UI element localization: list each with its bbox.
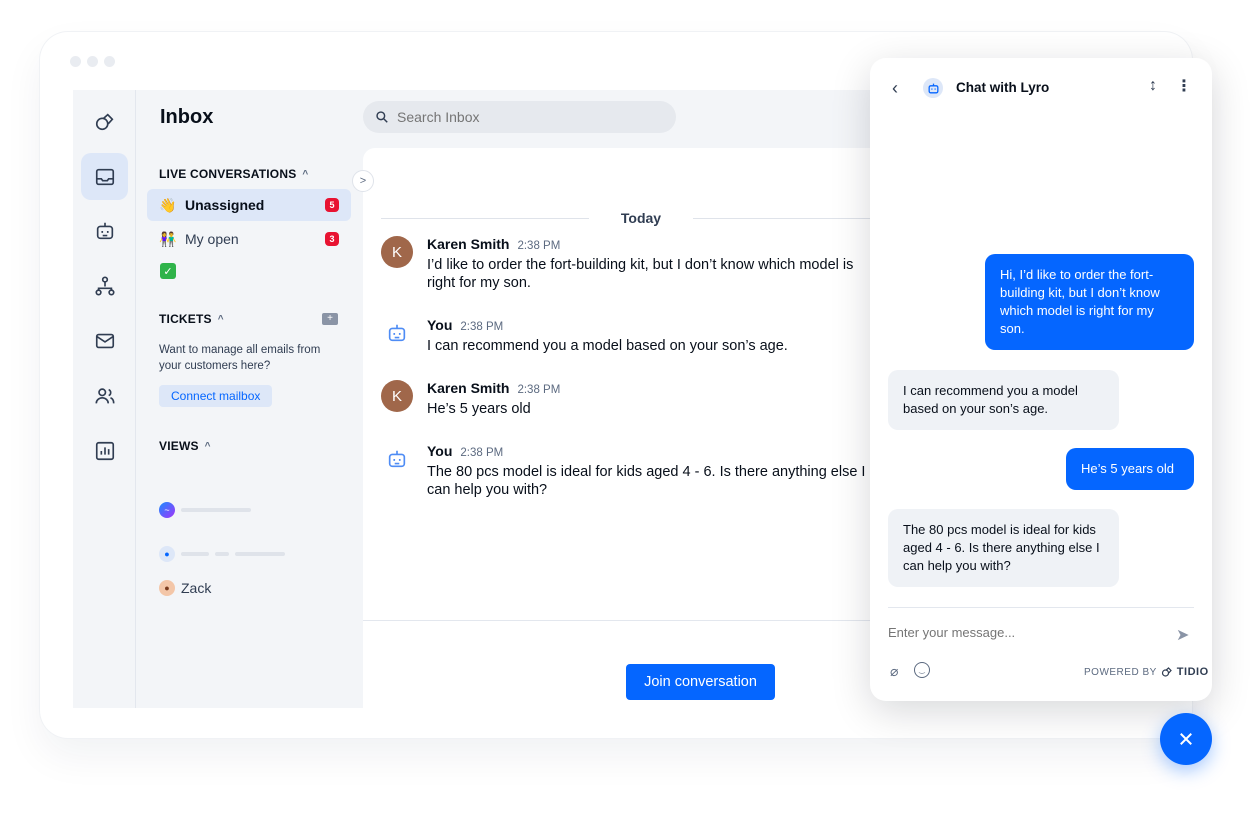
window-dots xyxy=(70,56,115,67)
chat-widget: ‹ Chat with Lyro ↕ ⋮ Hi, I’d like to ord… xyxy=(870,58,1212,701)
view-item-zack[interactable]: ● Zack xyxy=(159,580,211,596)
message-input[interactable] xyxy=(888,625,1158,640)
lyro-bot-icon xyxy=(923,78,943,98)
people-icon: 👫 xyxy=(159,230,177,247)
placeholder-bar xyxy=(235,552,285,556)
message-header: You 2:38 PM xyxy=(427,443,877,459)
sender-name: You xyxy=(427,443,453,459)
message: You 2:38 PM I can recommend you a model … xyxy=(381,317,877,355)
nav-rail xyxy=(73,90,136,708)
inbox-panel: Inbox LIVE CONVERSATIONS ^ 👋 Unassigned 5… xyxy=(136,90,363,708)
sidebar-item-unassigned[interactable]: 👋 Unassigned 5 xyxy=(147,189,351,221)
chevron-up-icon: ^ xyxy=(217,313,224,325)
message-body: You 2:38 PM I can recommend you a model … xyxy=(427,317,877,355)
mail-icon[interactable] xyxy=(81,317,128,364)
view-name: Zack xyxy=(181,580,212,596)
widget-header: ‹ Chat with Lyro ↕ ⋮ xyxy=(870,58,1212,118)
message-text: He’s 5 years old xyxy=(427,401,531,417)
composer-divider xyxy=(888,607,1194,608)
bot-message: The 80 pcs model is ideal for kids aged … xyxy=(888,509,1119,587)
message-text: I can recommend you a model based on you… xyxy=(427,338,788,354)
close-icon xyxy=(1180,733,1192,745)
sender-name: You xyxy=(427,317,453,333)
message-header: You 2:38 PM xyxy=(427,317,877,333)
bot-icon xyxy=(381,317,413,349)
sidebar-item-my-open[interactable]: 👫 My open 3 xyxy=(147,223,351,255)
search-bar[interactable] xyxy=(363,101,676,133)
bot-icon: ● xyxy=(159,546,175,562)
avatar: ● xyxy=(159,580,175,596)
message: K Karen Smith 2:38 PM He’s 5 years old xyxy=(381,380,877,418)
message-body: Karen Smith 2:38 PM I’d like to order th… xyxy=(427,236,877,292)
bot-message: I can recommend you a model based on you… xyxy=(888,370,1119,430)
views-header[interactable]: VIEWS ^ xyxy=(159,439,211,453)
tickets-header[interactable]: TICKETS ^ xyxy=(159,312,224,326)
tidio-logo-icon xyxy=(1161,667,1172,677)
sender-name: Karen Smith xyxy=(427,380,510,396)
bot-icon[interactable] xyxy=(81,207,128,254)
message-time: 2:38 PM xyxy=(517,240,561,252)
back-arrow-icon[interactable]: ‹ xyxy=(892,78,898,99)
messenger-icon: ~ xyxy=(159,502,175,518)
tickets-description: Want to manage all emails from your cust… xyxy=(159,344,321,372)
message-body: You 2:38 PM The 80 pcs model is ideal fo… xyxy=(427,443,877,499)
message-body: Karen Smith 2:38 PM He’s 5 years old xyxy=(427,380,877,418)
count-badge: 5 xyxy=(325,198,339,212)
expand-icon[interactable]: ↕ xyxy=(1149,77,1157,95)
message-header: Karen Smith 2:38 PM xyxy=(427,380,877,396)
message: You 2:38 PM The 80 pcs model is ideal fo… xyxy=(381,443,877,499)
visitor-message: He’s 5 years old xyxy=(1066,448,1194,490)
chevron-up-icon: ^ xyxy=(204,440,211,452)
placeholder-bar xyxy=(181,552,209,556)
connect-mailbox-button[interactable]: Connect mailbox xyxy=(159,385,273,407)
add-ticket-icon[interactable]: + xyxy=(322,313,338,325)
sender-name: Karen Smith xyxy=(427,236,510,252)
message: K Karen Smith 2:38 PM I’d like to order … xyxy=(381,236,877,292)
message-time: 2:38 PM xyxy=(460,447,504,459)
analytics-icon[interactable] xyxy=(81,427,128,474)
sidebar-item-label: My open xyxy=(185,231,239,247)
close-chat-button[interactable] xyxy=(1160,713,1212,765)
message-header: Karen Smith 2:38 PM xyxy=(427,236,877,252)
projects-icon[interactable] xyxy=(81,98,128,145)
sidebar-item-label: Unassigned xyxy=(185,197,265,213)
message-time: 2:38 PM xyxy=(460,321,504,333)
contacts-icon[interactable] xyxy=(81,372,128,419)
placeholder-bar xyxy=(215,552,229,556)
emoji-icon[interactable]: ‿ xyxy=(914,662,930,678)
search-input[interactable] xyxy=(397,109,647,125)
message-time: 2:38 PM xyxy=(517,384,561,396)
bot-icon xyxy=(381,443,413,475)
count-badge: 3 xyxy=(325,232,339,246)
avatar: K xyxy=(381,380,413,412)
join-conversation-button[interactable]: Join conversation xyxy=(626,664,775,700)
view-item-messenger[interactable]: ~ xyxy=(159,502,251,518)
placeholder-bar xyxy=(181,508,251,512)
flows-icon[interactable] xyxy=(81,262,128,309)
send-icon[interactable]: ➤ xyxy=(1176,625,1189,645)
view-item-lyro[interactable]: ● xyxy=(159,546,285,562)
powered-by[interactable]: POWERED BY TIDIO xyxy=(1084,666,1209,678)
chevron-up-icon: ^ xyxy=(302,168,309,180)
page-title: Inbox xyxy=(160,106,214,128)
avatar: K xyxy=(381,236,413,268)
more-options-icon[interactable]: ⋮ xyxy=(1176,76,1192,96)
attachment-icon[interactable]: ⌀ xyxy=(890,663,898,680)
waving-hand-icon: 👋 xyxy=(159,196,177,213)
chevron-right-icon[interactable]: > xyxy=(352,170,374,192)
message-text: I’d like to order the fort-building kit,… xyxy=(427,257,854,291)
visitor-message: Hi, I’d like to order the fort-building … xyxy=(985,254,1194,350)
day-label: Today xyxy=(620,210,662,226)
search-icon xyxy=(376,111,388,123)
message-text: The 80 pcs model is ideal for kids aged … xyxy=(427,464,866,498)
check-mark-icon[interactable]: ✓ xyxy=(160,263,176,279)
day-divider: Today xyxy=(381,210,902,226)
divider-line xyxy=(381,217,589,219)
live-conversations-header[interactable]: LIVE CONVERSATIONS ^ xyxy=(159,167,308,181)
inbox-icon[interactable] xyxy=(81,153,128,200)
widget-title: Chat with Lyro xyxy=(956,80,1050,95)
